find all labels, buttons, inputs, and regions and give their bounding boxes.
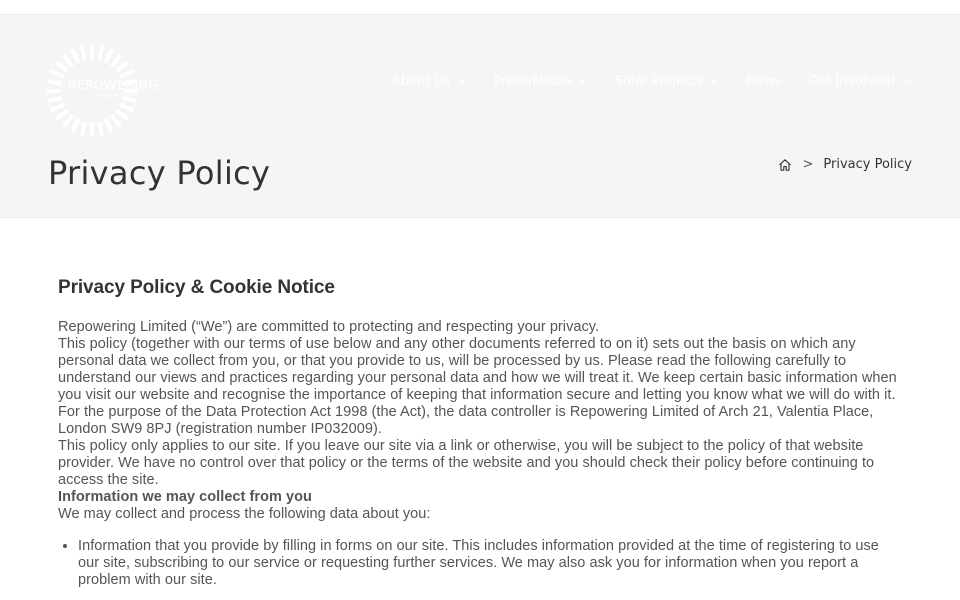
home-icon[interactable] xyxy=(778,158,792,172)
logo-ray xyxy=(80,46,87,61)
chevron-down-icon xyxy=(903,79,911,84)
paragraph-collect-intro: We may collect and process the following… xyxy=(58,506,431,522)
paragraph-policy-scope: This policy (together with our terms of … xyxy=(58,336,897,403)
logo-ray xyxy=(110,114,122,128)
logo-name: REPOWERING xyxy=(68,77,159,92)
nav-item-get-involved[interactable]: Get Involved! xyxy=(808,74,912,89)
logo-ray xyxy=(47,79,62,86)
main-content: Privacy Policy & Cookie Notice Repowerin… xyxy=(58,277,904,589)
nav-item-solar-projects[interactable]: Solar Projects xyxy=(615,74,720,89)
main-navigation: About Us Press/Media Solar Projects News… xyxy=(392,72,912,90)
logo-ray xyxy=(97,121,104,136)
page-header: REPOWERING LONDON About Us Press/Media S… xyxy=(0,15,960,218)
logo-ray xyxy=(70,118,80,133)
nav-item-label: Press/Media xyxy=(493,73,572,89)
top-bar xyxy=(0,0,960,15)
breadcrumb: > Privacy Policy xyxy=(778,157,912,172)
paragraph-data-controller: For the purpose of the Data Protection A… xyxy=(58,404,874,437)
chevron-down-icon xyxy=(710,79,718,84)
logo-ray xyxy=(55,109,69,121)
nav-item-label: News xyxy=(746,73,782,89)
logo-ray xyxy=(115,109,129,121)
logo-ray xyxy=(47,96,62,103)
nav-item-about-us[interactable]: About Us xyxy=(392,74,467,89)
breadcrumb-current: Privacy Policy xyxy=(823,157,912,172)
logo-ray xyxy=(97,46,104,61)
logo-ray xyxy=(119,69,134,79)
content-heading: Privacy Policy & Cookie Notice xyxy=(58,277,335,298)
nav-item-label: Get Involved! xyxy=(808,73,896,89)
chevron-down-icon xyxy=(458,79,466,84)
nav-item-label: About Us xyxy=(392,73,451,89)
list-item: Information that you provide by filling … xyxy=(78,538,904,589)
logo-ray xyxy=(80,121,87,136)
nav-item-press-media[interactable]: Press/Media xyxy=(494,74,588,89)
logo-ray xyxy=(119,103,134,113)
collected-data-list: Information that you provide by filling … xyxy=(58,538,904,589)
breadcrumb-separator: > xyxy=(802,157,814,172)
section-subheading: Information we may collect from you xyxy=(58,489,312,505)
logo-ray xyxy=(110,54,122,68)
chevron-down-icon xyxy=(579,79,587,84)
nav-item-news[interactable]: News xyxy=(746,74,781,89)
nav-item-label: Solar Projects xyxy=(614,73,704,89)
logo-subtitle: LONDON xyxy=(98,93,131,100)
logo-ray xyxy=(62,114,74,128)
site-logo[interactable]: REPOWERING LONDON xyxy=(46,43,166,139)
logo-ray xyxy=(70,49,80,64)
page-title: Privacy Policy xyxy=(48,154,271,192)
logo-ray xyxy=(115,61,129,73)
logo-ray xyxy=(104,49,114,64)
logo-ray xyxy=(55,61,69,73)
logo-ray xyxy=(50,103,65,113)
paragraph-site-only: This policy only applies to our site. If… xyxy=(58,438,875,488)
paragraph-intro: Repowering Limited (“We”) are committed … xyxy=(58,319,600,335)
logo-ray xyxy=(62,54,74,68)
logo-ray xyxy=(50,69,65,79)
logo-ray xyxy=(104,118,114,133)
